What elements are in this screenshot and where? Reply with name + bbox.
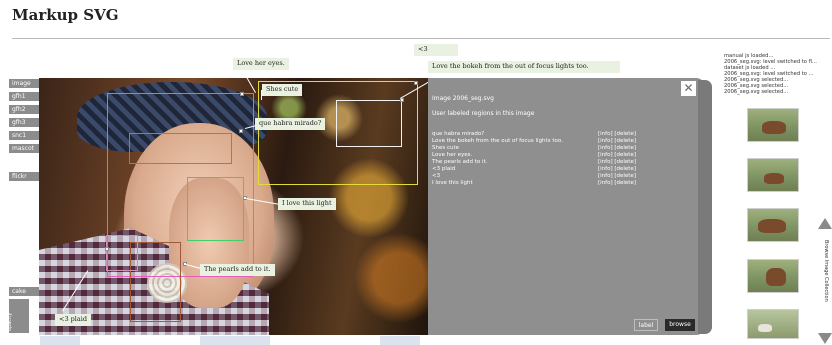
thumbnail[interactable]	[747, 158, 799, 192]
region-handle[interactable]	[239, 129, 243, 133]
horse-thumbnail-subject	[762, 121, 786, 134]
region-list-item[interactable]: Love her eyes. [info] [delete]	[432, 152, 652, 158]
panel-subheading: User labeled regions in this image	[432, 110, 535, 117]
side-tab-gfh2[interactable]: gfh2	[9, 105, 39, 114]
region-list-actions[interactable]: [info] [delete]	[598, 159, 636, 165]
region-handle[interactable]	[105, 247, 109, 251]
region-list-item[interactable]: que habra mirado? [info] [delete]	[432, 131, 652, 137]
panel-heading: Image 2006_seg.svg	[432, 95, 494, 102]
note-tip[interactable]: <3	[414, 44, 458, 56]
title-rule	[12, 38, 830, 39]
horse-thumbnail-subject	[764, 173, 784, 184]
region-eyes[interactable]	[129, 133, 232, 164]
side-tab-image[interactable]: image	[9, 79, 39, 88]
region-list-actions[interactable]: [info] [delete]	[598, 166, 636, 172]
note-pearls[interactable]: The pearls add to it.	[200, 264, 275, 276]
panel-scrollbar[interactable]	[698, 80, 712, 334]
opacity-label: opacity	[9, 312, 13, 331]
horse-thumbnail-subject	[758, 219, 786, 233]
region-list-actions[interactable]: [info] [delete]	[598, 145, 636, 151]
region-list-label: Love her eyes.	[432, 152, 473, 158]
note-shes-cute[interactable]: Shes cute	[262, 84, 303, 96]
region-list-actions[interactable]: [info] [delete]	[598, 180, 636, 186]
region-list-item[interactable]: Love the bokeh from the out of focus lig…	[432, 138, 652, 144]
region-handle[interactable]	[240, 92, 244, 96]
thumbnail[interactable]	[747, 259, 799, 293]
region-list-actions[interactable]: [info] [delete]	[598, 138, 636, 144]
note-love-eyes[interactable]: Love her eyes.	[233, 58, 289, 70]
side-tab-gfh1[interactable]: gfh1	[9, 92, 39, 101]
region-list-label: Shes cute	[432, 145, 460, 151]
note-que-habra[interactable]: que habra mirado?	[255, 118, 326, 130]
opacity-slider-label[interactable]: opacity	[9, 299, 29, 333]
label-button[interactable]: label	[634, 319, 658, 331]
region-list-item[interactable]: Shes cute [info] [delete]	[432, 145, 652, 151]
region-handle[interactable]	[414, 81, 418, 85]
bottom-strip	[200, 336, 270, 345]
thumbnail[interactable]	[747, 208, 799, 242]
region-list-label: <3 plaid	[432, 166, 456, 172]
side-tab-snc1[interactable]: snc1	[9, 131, 39, 140]
close-icon[interactable]: ✕	[681, 81, 696, 96]
region-list-label: I love this light	[432, 180, 473, 186]
region-plaid[interactable]	[106, 235, 138, 271]
note-bokeh[interactable]: Love the bokeh from the out of focus lig…	[428, 61, 620, 73]
region-list-actions[interactable]: [info] [delete]	[598, 152, 636, 158]
side-tab-cake[interactable]: cake	[9, 287, 39, 296]
collection-label: Browse Image Collection	[823, 240, 829, 302]
note-plaid[interactable]: <3 plaid	[55, 314, 91, 326]
region-list-actions[interactable]: [info] [delete]	[598, 173, 636, 179]
region-que-habra[interactable]	[336, 100, 402, 147]
bottom-strip	[40, 336, 80, 345]
horse-thumbnail-subject	[758, 324, 772, 332]
region-list-item[interactable]: The pearls add to it. [info] [delete]	[432, 159, 652, 165]
region-list-item[interactable]: I love this light [info] [delete]	[432, 180, 652, 186]
side-tab-flickr[interactable]: flickr	[9, 172, 39, 181]
region-list-label: que habra mirado?	[432, 131, 485, 137]
region-list-item[interactable]: <3 [info] [delete]	[432, 173, 652, 179]
region-list-actions[interactable]: [info] [delete]	[598, 131, 636, 137]
region-list-label: <3	[432, 173, 441, 179]
status-log: manual js loaded... 2006_seg.svg: level …	[724, 53, 817, 95]
region-list-item[interactable]: <3 plaid [info] [delete]	[432, 166, 652, 172]
scroll-down-icon[interactable]	[818, 333, 832, 344]
note-this-light[interactable]: I love this light	[278, 198, 336, 210]
scroll-up-icon[interactable]	[818, 218, 832, 229]
region-list-label: Love the bokeh from the out of focus lig…	[432, 138, 563, 144]
bottom-strip	[380, 336, 420, 345]
thumbnail[interactable]	[747, 108, 799, 142]
side-tab-gfh3[interactable]: gfh3	[9, 118, 39, 127]
page-title: Markup SVG	[12, 6, 119, 24]
horse-thumbnail-subject	[766, 268, 786, 286]
thumbnail[interactable]	[747, 309, 799, 339]
region-this-light[interactable]	[187, 177, 244, 241]
browse-button[interactable]: browse	[665, 319, 695, 331]
log-line: 2006_seg.svg selected...	[724, 89, 789, 95]
region-list-label: The pearls add to it.	[432, 159, 488, 165]
side-tab-mascot[interactable]: mascot	[9, 144, 39, 153]
